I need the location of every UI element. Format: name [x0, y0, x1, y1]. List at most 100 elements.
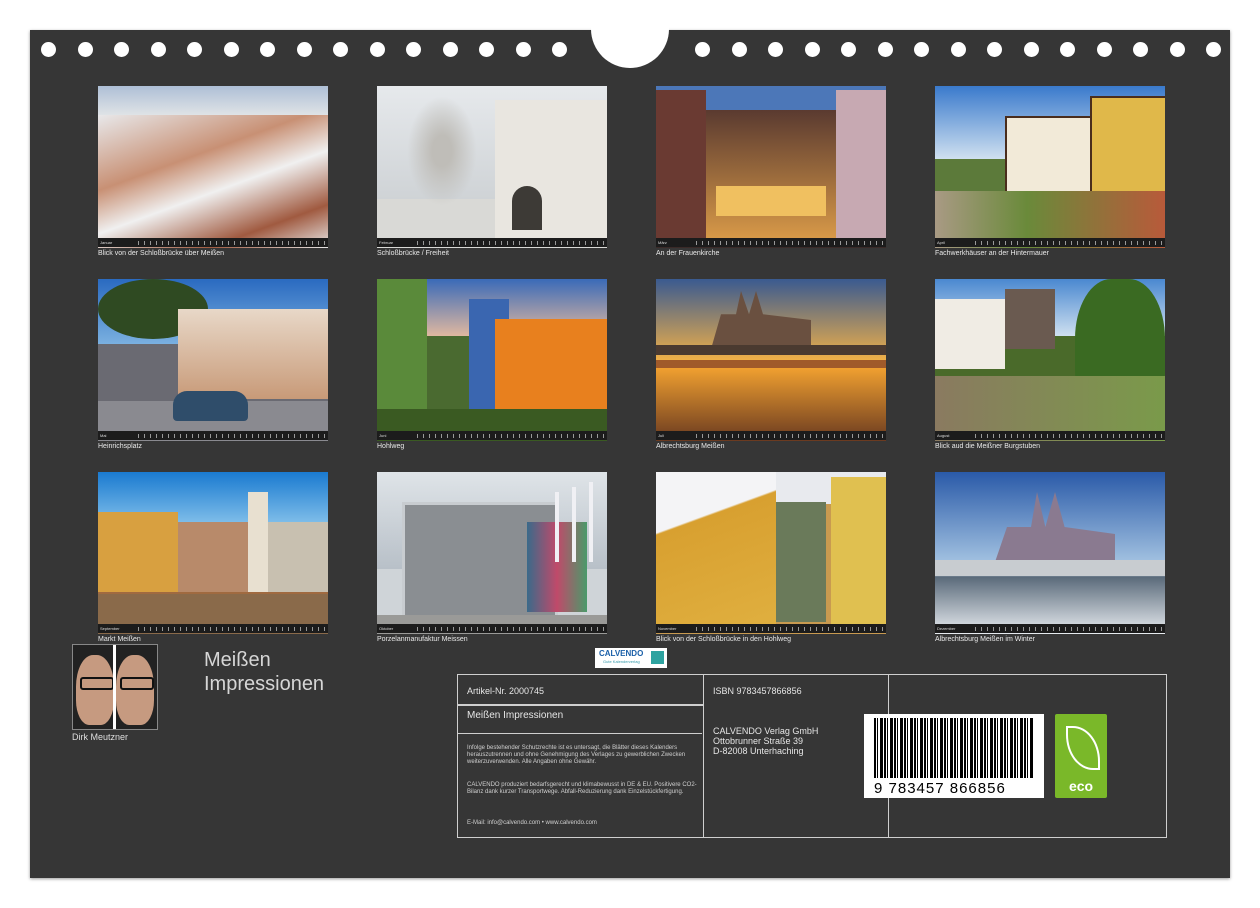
calendar-strip: August [935, 431, 1165, 440]
calendar-strip: Januar [98, 238, 328, 247]
photo-caption: Heinrichsplatz [98, 443, 142, 450]
title-line-1: Meißen [204, 649, 271, 671]
binding-hole [552, 42, 567, 57]
binding-hole [731, 42, 747, 57]
photo-caption: Blick von der Schloßbrücke in den Hohlwe… [656, 636, 792, 643]
binding-hole [1023, 42, 1039, 57]
photo-may [98, 279, 328, 441]
photo-january [98, 86, 328, 248]
calendar-strip: Dezember [935, 624, 1165, 633]
binding-hole [406, 42, 421, 57]
binding-hole [114, 42, 129, 57]
eco-badge: eco [1055, 714, 1107, 798]
month-label: August [937, 433, 950, 438]
barcode: 9 783457 866856 [864, 714, 1044, 798]
photo-caption: An der Frauenkirche [656, 250, 720, 257]
binding-hole [150, 42, 166, 57]
binding-hole [914, 42, 929, 57]
binding-hole [804, 42, 820, 57]
binding-hole [1206, 42, 1221, 57]
month-label: Dezember [937, 626, 956, 631]
author-name: Dirk Meutzner [72, 732, 129, 742]
binding-hole [77, 42, 93, 57]
calendar-strip: Mai [98, 431, 328, 440]
binding-hole [260, 42, 275, 57]
binding-hole [1169, 42, 1185, 57]
binding-hole [695, 42, 710, 57]
binding-hole [479, 42, 494, 57]
binding-hole [369, 42, 385, 57]
month-label: Januar [100, 240, 113, 245]
photo-caption: Blick von der Schloßbrücke über Meißen [98, 250, 225, 257]
publisher-street: Ottobrunner Straße 39 [713, 736, 804, 746]
binding-hole [296, 42, 312, 57]
binding-hole [223, 42, 239, 57]
product-name: Meißen Impressionen [467, 710, 564, 721]
calendar-strip: September [98, 624, 328, 633]
photo-december [935, 472, 1165, 634]
photo-october [377, 472, 607, 634]
binding-hole [333, 42, 348, 57]
photo-caption: Markt Meißen [98, 636, 141, 643]
binding-hole [841, 42, 856, 57]
photo-caption: Fachwerkhäuser an der Hintermauer [935, 250, 1049, 257]
month-label: Oktober [379, 626, 394, 631]
calendar-strip: Juli [656, 431, 886, 440]
month-label: März [658, 240, 667, 245]
month-label: November [658, 626, 677, 631]
binding-hole [442, 42, 458, 57]
photo-caption: Albrechtsburg Meißen im Winter [935, 636, 1035, 643]
logo-mark-icon [651, 651, 664, 664]
month-label: Juli [658, 433, 665, 438]
photo-caption: Blick aud die Meißner Burgstuben [935, 443, 1041, 450]
photo-caption: Schloßbrücke / Freiheit [377, 250, 449, 257]
isbn-box [703, 674, 889, 838]
binding-hole [877, 42, 893, 57]
barcode-bars [874, 718, 1034, 778]
binding-hole [768, 42, 783, 57]
photo-november [656, 472, 886, 634]
binding-hole [1060, 42, 1075, 57]
calendar-title: Meißen Impressionen [204, 648, 404, 696]
binding-hole [950, 42, 966, 57]
photo-caption: Porzelanmanufaktur Meissen [377, 636, 468, 643]
photo-september [98, 472, 328, 634]
month-label: Februar [379, 240, 394, 245]
month-label: September [100, 626, 120, 631]
barcode-number: 9 783457 866856 [874, 780, 1006, 797]
photo-caption: Hohlweg [377, 443, 405, 450]
calendar-strip: März [656, 238, 886, 247]
leaf-icon [1066, 726, 1100, 770]
article-number: Artikel-Nr. 2000745 [467, 686, 545, 696]
calvendo-logo: CALVENDO Gute Kalenderverlag [595, 648, 667, 668]
month-label: April [937, 240, 946, 245]
binding-hole [41, 42, 56, 57]
month-label: Mai [100, 433, 107, 438]
calendar-strip: Oktober [377, 624, 607, 633]
photo-april [935, 86, 1165, 248]
calendar-strip: Februar [377, 238, 607, 247]
isbn: ISBN 9783457866856 [713, 686, 802, 696]
photo-march [656, 86, 886, 248]
month-label: Juni [379, 433, 387, 438]
photo-august [935, 279, 1165, 441]
legal-text-climate: CALVENDO produziert bedarfsgerecht und k… [467, 782, 697, 795]
calendar-strip: Juni [377, 431, 607, 440]
binding-hole [187, 42, 202, 57]
eco-label: eco [1068, 778, 1094, 794]
calendar-strip: November [656, 624, 886, 633]
photo-february [377, 86, 607, 248]
publisher-city: D-82008 Unterhaching [713, 746, 804, 756]
logo-text: CALVENDO [599, 649, 644, 658]
logo-subtext: Gute Kalenderverlag [603, 659, 640, 664]
photo-july [656, 279, 886, 441]
contact-email: E-Mail: info@calvendo.com • www.calvendo… [467, 820, 597, 826]
author-photo [72, 644, 158, 730]
photo-caption: Albrechtsburg Meißen [656, 443, 725, 450]
binding-hole [515, 42, 531, 57]
legal-text-rights: Infolge bestehender Schutzrechte ist es … [467, 745, 686, 765]
binding-hole [987, 42, 1002, 57]
publisher-name: CALVENDO Verlag GmbH [713, 726, 819, 736]
title-line-2: Impressionen [204, 673, 325, 695]
photo-june [377, 279, 607, 441]
